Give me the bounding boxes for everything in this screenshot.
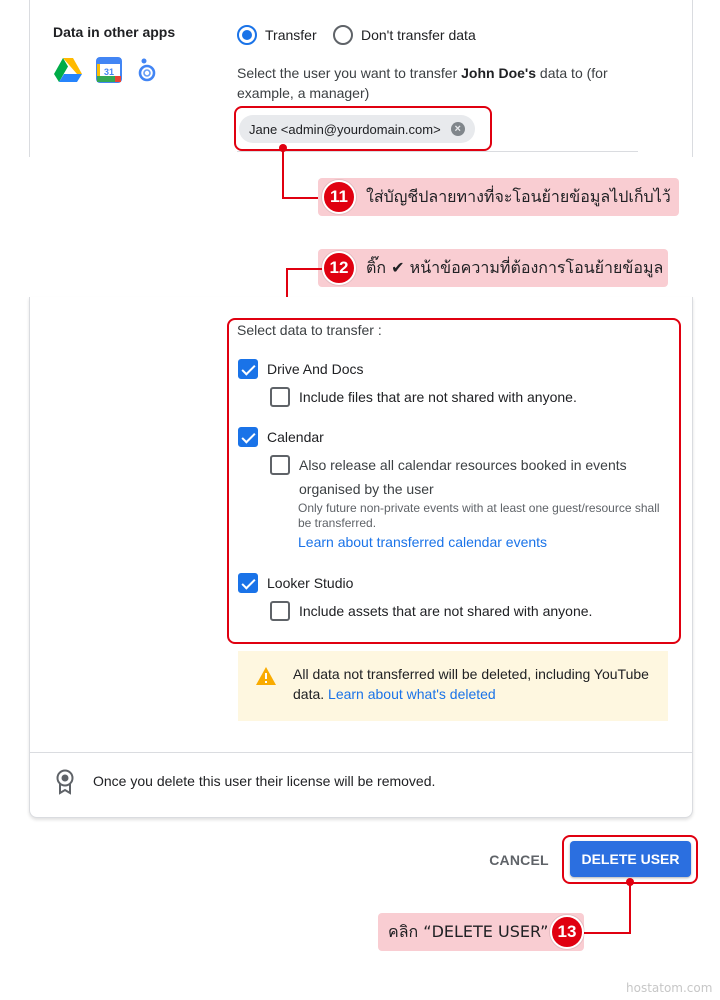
looker-checkbox-row[interactable]: Looker Studio: [238, 573, 353, 593]
transfer-radio-option[interactable]: Transfer: [237, 25, 317, 45]
check-icon: ✔: [391, 257, 405, 277]
dont-transfer-radio-option[interactable]: Don't transfer data: [333, 25, 476, 45]
step-12-text: ติ๊ก ✔ หน้าข้อความที่ต้องการโอนย้ายข้อมู…: [366, 257, 664, 277]
dont-transfer-radio-label: Don't transfer data: [361, 27, 476, 43]
transfer-helper-text: Select the user you want to transfer Joh…: [237, 65, 608, 101]
calendar-label: Calendar: [267, 429, 324, 445]
calendar-release-resources-label: Also release all calendar resources book…: [299, 457, 627, 497]
license-badge-icon: [56, 769, 74, 795]
drive-checkbox-row[interactable]: Drive And Docs: [238, 359, 363, 379]
data-in-other-apps-title: Data in other apps: [53, 24, 176, 40]
looker-include-unshared-label: Include assets that are not shared with …: [299, 603, 593, 619]
annotation-step-13: คลิก “DELETE USER” 13: [378, 913, 584, 951]
calendar-release-resources-row[interactable]: Also release all calendar resources book…: [270, 455, 627, 501]
calendar-checkbox[interactable]: [238, 427, 258, 447]
step-13-badge: 13: [550, 915, 584, 949]
looker-studio-icon: [138, 58, 156, 82]
drive-include-unshared-row[interactable]: Include files that are not shared with a…: [270, 387, 577, 407]
looker-include-unshared-row[interactable]: Include assets that are not shared with …: [270, 601, 592, 621]
calendar-note: Only future non-private events with at l…: [298, 501, 660, 530]
license-removal-text: Once you delete this user their license …: [93, 773, 436, 789]
select-data-label: Select data to transfer :: [237, 322, 382, 338]
annotation-line: [282, 197, 322, 199]
calendar-checkbox-row[interactable]: Calendar: [238, 427, 324, 447]
annotation-line: [582, 932, 631, 934]
calendar-release-resources-checkbox[interactable]: [270, 455, 290, 475]
google-calendar-icon: 31: [96, 57, 122, 83]
google-drive-icon: [54, 58, 82, 82]
drive-label: Drive And Docs: [267, 361, 364, 377]
watermark: hostatom.com: [626, 981, 713, 995]
warning-triangle-icon: [256, 667, 276, 685]
svg-text:31: 31: [104, 67, 114, 77]
looker-label: Looker Studio: [267, 575, 354, 591]
step-12-badge: 12: [322, 251, 356, 285]
looker-include-unshared-checkbox[interactable]: [270, 601, 290, 621]
delete-user-button[interactable]: DELETE USER: [570, 841, 691, 877]
drive-include-unshared-checkbox[interactable]: [270, 387, 290, 407]
step-11-badge: 11: [322, 180, 356, 214]
transfer-radio-label: Transfer: [265, 27, 317, 43]
annotation-line: [629, 882, 631, 934]
annotation-step-11: 11 ใส่บัญชีปลายทางที่จะโอนย้ายข้อมูลไปเก…: [318, 178, 679, 216]
cancel-button[interactable]: CANCEL: [480, 845, 558, 875]
annotation-line: [286, 268, 322, 270]
looker-checkbox[interactable]: [238, 573, 258, 593]
source-user-name: John Doe's: [461, 65, 537, 81]
drive-checkbox[interactable]: [238, 359, 258, 379]
step-11-text: ใส่บัญชีปลายทางที่จะโอนย้ายข้อมูลไปเก็บไ…: [366, 186, 671, 206]
learn-whats-deleted-link[interactable]: Learn about what's deleted: [328, 686, 496, 702]
drive-include-unshared-label: Include files that are not shared with a…: [299, 389, 577, 405]
warning-text: All data not transferred will be deleted…: [293, 666, 649, 702]
deletion-warning-banner: All data not transferred will be deleted…: [238, 651, 668, 721]
annotation-step-12: 12 ติ๊ก ✔ หน้าข้อความที่ต้องการโอนย้ายข้…: [318, 249, 668, 287]
dont-transfer-radio[interactable]: [333, 25, 353, 45]
annotation-line: [282, 148, 284, 199]
card-divider: [29, 752, 693, 753]
app-icons-group: 31: [54, 57, 158, 83]
learn-calendar-link[interactable]: Learn about transferred calendar events: [298, 534, 547, 550]
step-13-text: คลิก “DELETE USER”: [388, 921, 549, 941]
annotation-highlight-recipient: [234, 106, 492, 151]
transfer-radio[interactable]: [237, 25, 257, 45]
